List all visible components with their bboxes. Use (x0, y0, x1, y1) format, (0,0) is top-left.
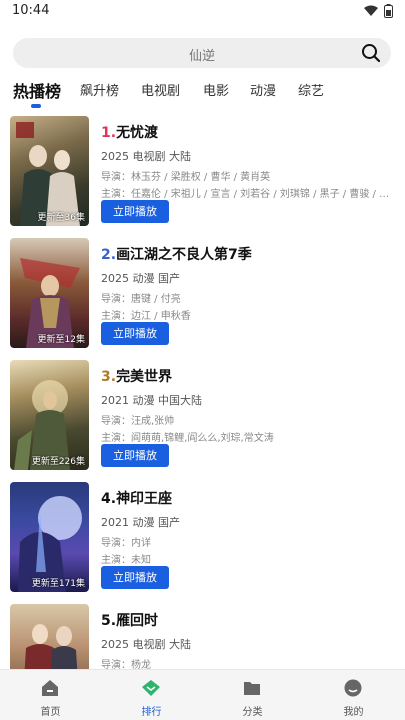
home-icon (42, 680, 58, 696)
title-text: 无忧渡 (116, 125, 159, 141)
list-item[interactable]: 更新至226集 3.完美世界 2021 动漫 中国大陆 导演：汪成,张帅 主演：… (0, 360, 405, 472)
poster-image[interactable]: 更新至171集 (10, 482, 89, 592)
nav-profile-label: 我的 (343, 707, 364, 718)
play-button[interactable]: 立即播放 (101, 566, 169, 589)
item-info: 5.雁回时 2025 电视剧 大陆 导演：杨龙 (101, 610, 397, 669)
update-status: 更新至36集 (37, 213, 85, 223)
rank-number: 2. (101, 247, 117, 263)
search-input[interactable]: 仙逆 (13, 45, 391, 64)
tab-hot[interactable]: 热播榜 (13, 78, 61, 102)
nav-category[interactable]: 分类 (202, 670, 303, 720)
poster-image[interactable]: 更新至12集 (10, 238, 89, 348)
battery-icon (384, 4, 393, 18)
nav-category-label: 分类 (242, 707, 263, 718)
director-line: 导演：杨龙 (101, 660, 151, 669)
status-time: 10:44 (12, 3, 50, 18)
director-line: 导演：汪成,张帅 (101, 416, 175, 425)
ranking-icon (142, 680, 160, 696)
rank-number: 5. (101, 613, 117, 629)
item-meta: 2021 动漫 中国大陆 (101, 394, 202, 407)
list-item[interactable]: 更新至171集 4.神印王座 2021 动漫 国产 导演：内详 主演：未知 立即… (0, 482, 405, 594)
bottom-nav: 首页 排行 分类 我的 (0, 669, 405, 720)
item-meta: 2025 电视剧 大陆 (101, 638, 191, 651)
profile-icon (344, 679, 362, 697)
nav-ranking-label: 排行 (141, 707, 162, 718)
title-text: 完美世界 (116, 369, 173, 385)
rank-number: 3. (101, 369, 117, 385)
poster-image[interactable]: 更新至36集 (10, 116, 89, 226)
cast-line: 主演：阎萌萌,锦鲤,阎么么,刘琮,常文涛 (101, 433, 274, 442)
folder-icon (244, 682, 260, 695)
rank-number: 4. (101, 491, 117, 507)
tab-variety[interactable]: 综艺 (298, 80, 324, 99)
nav-home[interactable]: 首页 (0, 670, 101, 720)
item-meta: 2021 动漫 国产 (101, 516, 180, 529)
list-item[interactable]: 更新至12集 2.画江湖之不良人第7季 2025 动漫 国产 导演：唐键 / 付… (0, 238, 405, 350)
item-info: 3.完美世界 2021 动漫 中国大陆 导演：汪成,张帅 主演：阎萌萌,锦鲤,阎… (101, 366, 397, 442)
update-status: 更新至171集 (31, 579, 85, 589)
cast-line: 主演：未知 (101, 555, 151, 564)
active-tab-indicator (31, 104, 41, 108)
search-bar[interactable]: 仙逆 (13, 38, 391, 68)
list-item[interactable]: 更新至36集 1.无忧渡 2025 电视剧 大陆 导演：林玉芬 / 梁胜权 / … (0, 116, 405, 228)
update-status: 更新至226集 (31, 457, 85, 467)
poster-image[interactable] (10, 604, 89, 669)
status-bar: 10:44 (0, 0, 405, 24)
play-button[interactable]: 立即播放 (101, 200, 169, 223)
title-text: 画江湖之不良人第7季 (116, 247, 252, 263)
tab-movie[interactable]: 电影 (203, 80, 229, 99)
item-meta: 2025 电视剧 大陆 (101, 150, 191, 163)
item-title[interactable]: 4.神印王座 (101, 488, 397, 508)
item-meta: 2025 动漫 国产 (101, 272, 180, 285)
nav-profile[interactable]: 我的 (303, 670, 404, 720)
title-text: 神印王座 (116, 491, 173, 507)
item-title[interactable]: 1.无忧渡 (101, 122, 397, 142)
nav-home-label: 首页 (40, 707, 61, 718)
item-title[interactable]: 5.雁回时 (101, 610, 397, 630)
director-line: 导演：内详 (101, 538, 151, 547)
tab-tv[interactable]: 电视剧 (141, 80, 180, 99)
item-info: 2.画江湖之不良人第7季 2025 动漫 国产 导演：唐键 / 付亮 主演：边江… (101, 244, 397, 320)
tab-rising[interactable]: 飙升榜 (80, 80, 119, 99)
update-status: 更新至12集 (37, 335, 85, 345)
status-icons (364, 4, 393, 18)
poster-art (24, 624, 78, 669)
search-icon[interactable] (361, 43, 381, 63)
item-info: 4.神印王座 2021 动漫 国产 导演：内详 主演：未知 (101, 488, 397, 564)
item-title[interactable]: 2.画江湖之不良人第7季 (101, 244, 397, 264)
tab-anime[interactable]: 动漫 (250, 80, 276, 99)
title-text: 雁回时 (116, 613, 159, 629)
play-button[interactable]: 立即播放 (101, 322, 169, 345)
poster-image[interactable]: 更新至226集 (10, 360, 89, 470)
director-line: 导演：唐键 / 付亮 (101, 294, 181, 303)
ranking-tabs: 热播榜 飙升榜 电视剧 电影 动漫 综艺 (0, 78, 405, 112)
nav-ranking[interactable]: 排行 (101, 670, 202, 720)
list-item[interactable]: 5.雁回时 2025 电视剧 大陆 导演：杨龙 (0, 604, 405, 669)
wifi-icon (364, 5, 378, 16)
cast-line: 主演：边江 / 申秋香 (101, 311, 191, 320)
item-title[interactable]: 3.完美世界 (101, 366, 397, 386)
director-line: 导演：林玉芬 / 梁胜权 / 曹华 / 黄肖英 (101, 172, 271, 181)
rank-number: 1. (101, 125, 117, 141)
item-info: 1.无忧渡 2025 电视剧 大陆 导演：林玉芬 / 梁胜权 / 曹华 / 黄肖… (101, 122, 397, 198)
cast-line: 主演：任嘉伦 / 宋祖儿 / 宣言 / 刘若谷 / 刘琪锦 / 黑子 / 曹骏 … (101, 189, 397, 198)
play-button[interactable]: 立即播放 (101, 444, 169, 467)
